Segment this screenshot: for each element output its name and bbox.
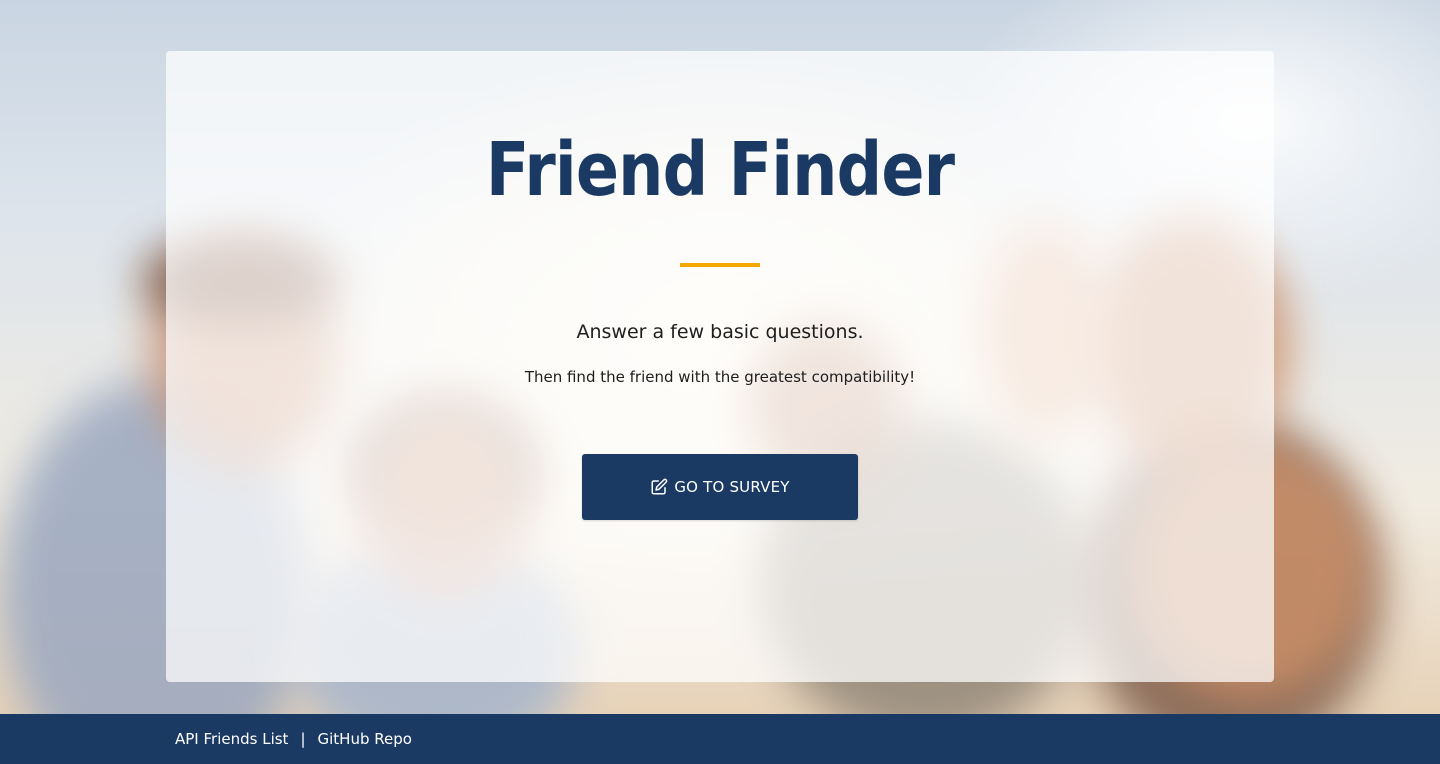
hero-tagline: Then find the friend with the greatest c… — [524, 368, 916, 386]
hero-subtitle: Answer a few basic questions. — [576, 321, 864, 343]
footer-links: API Friends List | GitHub Repo — [175, 714, 412, 764]
title-divider — [680, 263, 760, 267]
go-to-survey-button[interactable]: GO TO SURVEY — [582, 454, 858, 520]
hero-card: Friend Finder Answer a few basic questio… — [166, 51, 1274, 682]
github-repo-link[interactable]: GitHub Repo — [318, 730, 412, 748]
footer: API Friends List | GitHub Repo — [0, 714, 1440, 764]
page-title: Friend Finder — [485, 127, 955, 213]
page: Friend Finder Answer a few basic questio… — [0, 0, 1440, 764]
edit-icon — [650, 478, 668, 496]
footer-separator: | — [300, 730, 306, 748]
survey-button-label: GO TO SURVEY — [674, 478, 790, 496]
api-friends-list-link[interactable]: API Friends List — [175, 730, 288, 748]
